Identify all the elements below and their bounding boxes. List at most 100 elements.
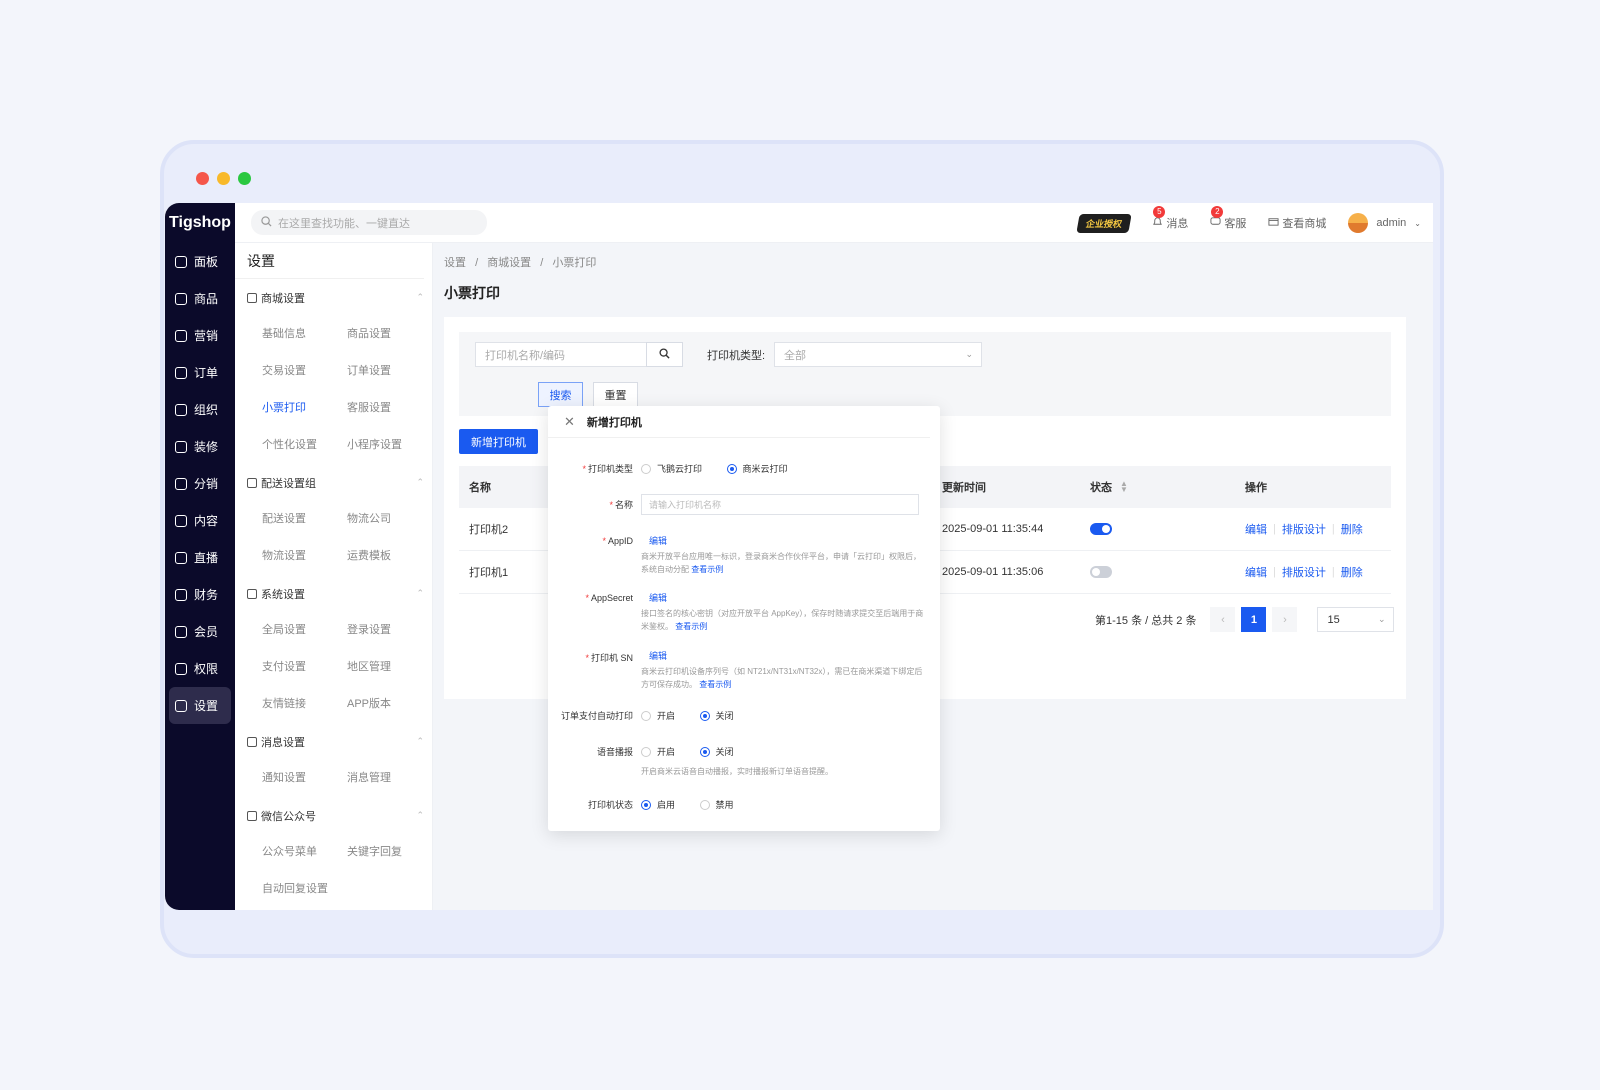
maximize-window-dot[interactable] (238, 172, 251, 185)
delete-link[interactable]: 删除 (1341, 564, 1363, 580)
settings-nav-item[interactable]: 自动回复设置 (262, 871, 347, 908)
nav-item-crown[interactable]: 会员 (165, 613, 235, 650)
settings-nav-item[interactable]: 地区管理 (347, 649, 432, 686)
edit-link[interactable]: 编辑 (1245, 564, 1267, 580)
settings-nav-item[interactable]: 小票打印 (262, 390, 347, 427)
settings-group-header[interactable]: 微信公众号 ⌃ (235, 797, 432, 834)
search-icon-button[interactable] (646, 342, 683, 367)
user-menu[interactable]: admin ⌄ (1348, 213, 1421, 233)
global-search[interactable]: 在这里查找功能、一键直达 (251, 210, 487, 235)
voice-off[interactable]: 关闭 (699, 745, 734, 758)
appid-edit-link[interactable]: 编辑 (649, 534, 926, 547)
status-enabled[interactable]: 启用 (641, 798, 675, 811)
settings-nav-item[interactable]: 物流公司 (347, 501, 432, 538)
messages-button[interactable]: 5 消息 (1152, 206, 1188, 231)
nav-item-store[interactable]: 营销 (165, 317, 235, 354)
nav-item-order[interactable]: 订单 (165, 354, 235, 391)
page-size-select[interactable]: 15 ⌄ (1317, 607, 1395, 632)
settings-group-header[interactable]: 商城设置 ⌃ (235, 279, 432, 316)
sn-edit-link[interactable]: 编辑 (649, 649, 926, 662)
nav-item-label: 设置 (194, 699, 219, 713)
enterprise-badge[interactable]: 企业授权 (1076, 213, 1133, 233)
settings-nav-item[interactable]: 登录设置 (347, 612, 432, 649)
settings-nav-item[interactable]: 基础信息 (262, 316, 347, 353)
printer-updated-time: 2025-09-01 11:35:44 (942, 523, 1044, 535)
settings-group-items: 通知设置 消息管理 (235, 760, 432, 797)
auto-print-on[interactable]: 开启 (641, 709, 675, 722)
status-disabled[interactable]: 禁用 (699, 798, 734, 811)
minimize-window-dot[interactable] (217, 172, 230, 185)
nav-item-settings[interactable]: 设置 (169, 687, 231, 724)
settings-nav-item[interactable]: 消息管理 (347, 760, 432, 797)
add-printer-button[interactable]: 新增打印机 (459, 429, 538, 454)
prev-page-button[interactable]: ‹ (1210, 607, 1236, 632)
service-button[interactable]: 2 客服 (1210, 206, 1246, 231)
finance-icon (175, 588, 187, 601)
status-toggle[interactable] (1090, 551, 1112, 593)
live-icon (175, 551, 187, 564)
settings-nav-item[interactable]: 物流设置 (262, 538, 347, 575)
printer-name-input[interactable]: 请输入打印机名称 (641, 494, 919, 515)
window-controls (196, 172, 251, 185)
appid-example-link[interactable]: 查看示例 (691, 565, 723, 574)
layout-design-link[interactable]: 排版设计 (1282, 564, 1326, 580)
layout-design-link[interactable]: 排版设计 (1282, 521, 1326, 537)
settings-nav-item[interactable]: 支付设置 (262, 649, 347, 686)
nav-item-share[interactable]: 分销 (165, 465, 235, 502)
settings-nav-item[interactable]: 小程序设置 (347, 427, 432, 464)
sn-field-label: * 打印机 SN (585, 653, 633, 663)
settings-nav-item[interactable]: 运费模板 (347, 538, 432, 575)
breadcrumb-item[interactable]: 商城设置 (487, 257, 531, 269)
printer-type-select[interactable]: 全部 ⌄ (774, 342, 982, 367)
chevron-down-icon: ⌄ (1377, 614, 1386, 624)
printer-type-option[interactable]: 商米云打印 (726, 462, 788, 475)
breadcrumb-item[interactable]: 设置 (444, 257, 466, 269)
col-status[interactable]: 状态 ▲ ▼ (1090, 466, 1128, 508)
nav-item-live[interactable]: 直播 (165, 539, 235, 576)
close-window-dot[interactable] (196, 172, 209, 185)
settings-nav-item[interactable]: 通知设置 (262, 760, 347, 797)
group-icon (247, 477, 257, 488)
settings-nav-item[interactable]: 公众号菜单 (262, 834, 347, 871)
status-toggle[interactable] (1090, 508, 1112, 550)
nav-item-finance[interactable]: 财务 (165, 576, 235, 613)
settings-group-header[interactable]: 配送设置组 ⌃ (235, 464, 432, 501)
settings-group-header[interactable]: 系统设置 ⌃ (235, 575, 432, 612)
edit-link[interactable]: 编辑 (1245, 521, 1267, 537)
nav-item-shield[interactable]: 权限 (165, 650, 235, 687)
settings-nav-item[interactable]: 商品设置 (347, 316, 432, 353)
view-store-button[interactable]: 查看商城 (1268, 215, 1326, 231)
delete-link[interactable]: 删除 (1341, 521, 1363, 537)
settings-nav-item[interactable]: 客服设置 (347, 390, 432, 427)
appsecret-example-link[interactable]: 查看示例 (675, 622, 707, 631)
settings-nav-item[interactable]: 全局设置 (262, 612, 347, 649)
nav-item-cube[interactable]: 商品 (165, 280, 235, 317)
status-toggle-track (1090, 566, 1112, 578)
next-page-button[interactable]: › (1272, 607, 1298, 632)
voice-on[interactable]: 开启 (641, 745, 675, 758)
settings-nav-item[interactable]: 个性化设置 (262, 427, 347, 464)
nav-item-org[interactable]: 组织 (165, 391, 235, 428)
settings-nav-item[interactable]: 配送设置 (262, 501, 347, 538)
page-number[interactable]: 1 (1241, 607, 1267, 632)
nav-item-content[interactable]: 内容 (165, 502, 235, 539)
sn-example-link[interactable]: 查看示例 (699, 680, 731, 689)
nav-item-dashboard[interactable]: 面板 (165, 243, 235, 280)
settings-nav-item[interactable]: APP版本 (347, 686, 432, 723)
group-icon (247, 736, 257, 747)
printer-search-input[interactable]: 打印机名称/编码 (475, 342, 647, 367)
auto-print-off[interactable]: 关闭 (699, 709, 734, 722)
settings-group-header[interactable]: 消息设置 ⌃ (235, 723, 432, 760)
settings-nav-item[interactable]: 关键字回复 (347, 834, 432, 871)
search-button[interactable]: 搜索 (538, 382, 583, 407)
bell-icon (1152, 216, 1163, 230)
appsecret-edit-link[interactable]: 编辑 (649, 591, 926, 604)
printer-type-option[interactable]: 飞鹅云打印 (641, 462, 702, 475)
settings-nav-item[interactable]: 友情链接 (262, 686, 347, 723)
reset-button[interactable]: 重置 (593, 382, 638, 407)
nav-item-brush[interactable]: 装修 (165, 428, 235, 465)
settings-nav-item[interactable]: 订单设置 (347, 353, 432, 390)
logo[interactable]: Tigshop (165, 203, 235, 243)
close-icon[interactable]: ✕ (564, 414, 575, 430)
settings-nav-item[interactable]: 交易设置 (262, 353, 347, 390)
